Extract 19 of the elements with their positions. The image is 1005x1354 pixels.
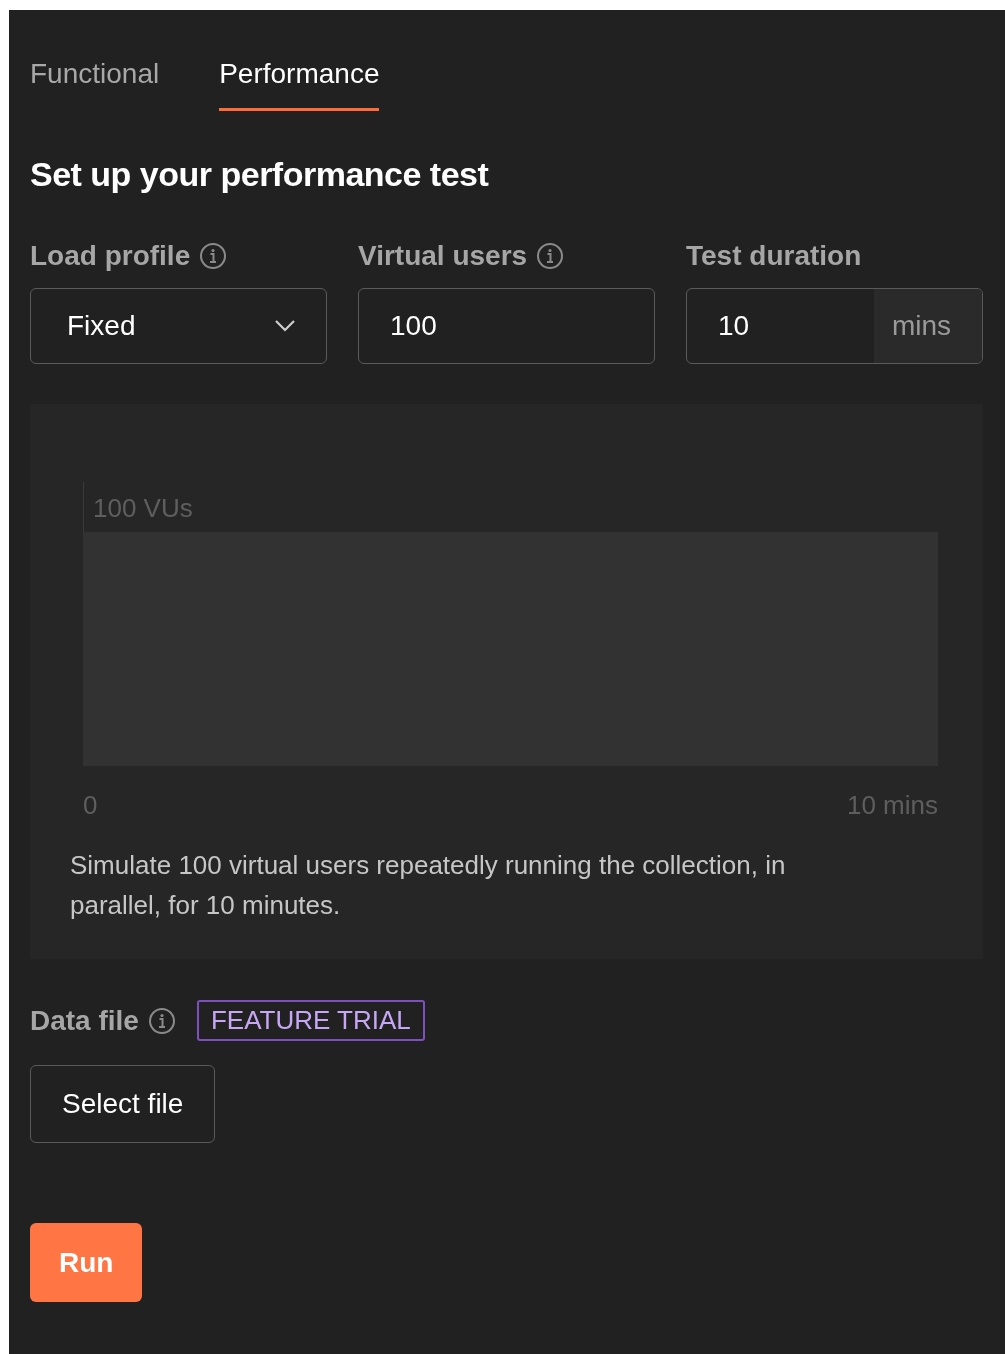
info-icon[interactable] [147,1006,176,1035]
axis-label: 0 [83,790,98,821]
tab[interactable]: Performance [219,10,380,111]
info-icon[interactable] [536,242,565,270]
axis-label: 10 mins [846,790,938,821]
field-label: Virtual users [358,240,528,272]
dropdown[interactable]: Fixed [30,288,327,364]
feature-badge: FEATURE TRIAL [196,1000,425,1041]
axis-label: 100 VUs [92,493,193,525]
tab[interactable]: Functional [30,10,160,111]
select-file-button[interactable]: Select file [30,1065,216,1143]
heading: Set up your performance test [30,155,490,194]
info-icon[interactable] [199,242,228,270]
caret-icon [274,319,296,333]
field-label: Data file [30,1004,139,1037]
field-label: Test duration [686,240,862,272]
description: Simulate 100 virtual users repeatedly running the collection, in parallel, for 10 minutes. [70,849,787,922]
input-field[interactable]: 100 [358,288,655,364]
field-label: Load profile [30,240,191,272]
